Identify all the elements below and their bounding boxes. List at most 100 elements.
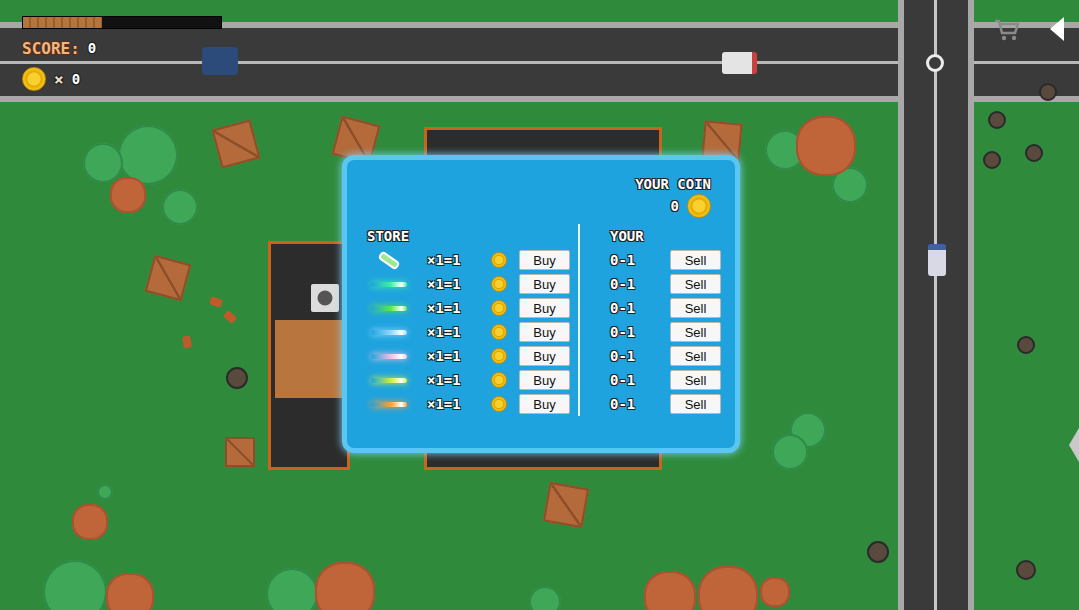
sell-button[interactable]: Sell	[670, 274, 721, 294]
bush-icon	[106, 573, 154, 610]
bullet-icon	[371, 378, 407, 383]
your-label: YOUR	[610, 224, 721, 248]
tree-icon	[83, 143, 123, 183]
owned-count: 0-1	[610, 252, 658, 268]
inventory-column: YOUR 0-1 Sell 0-1 Sell 0-1 Sell 0-1 Sell 0-1 Sell 0…	[580, 224, 721, 416]
bush-icon	[110, 177, 146, 213]
tree-icon	[529, 586, 561, 610]
sell-button[interactable]: Sell	[670, 322, 721, 342]
person-icon	[988, 111, 1006, 129]
inventory-row: 0-1 Sell	[610, 320, 721, 344]
stove-icon	[311, 284, 339, 312]
item-icon	[367, 256, 411, 265]
bush-icon	[72, 504, 108, 540]
health-bar	[22, 16, 222, 29]
sell-button[interactable]: Sell	[670, 394, 721, 414]
owned-count: 0-1	[610, 276, 658, 292]
bullet-icon	[371, 330, 407, 335]
bush-icon	[315, 562, 375, 610]
score-value: 0	[88, 40, 96, 56]
coin-row: ×0	[22, 67, 222, 91]
buy-button[interactable]: Buy	[519, 322, 570, 342]
brick-icon	[209, 296, 223, 308]
potion-icon	[377, 250, 400, 270]
score-label: SCORE:	[22, 39, 80, 58]
item-icon	[367, 282, 411, 287]
road	[898, 0, 974, 610]
crate-icon	[212, 120, 261, 169]
buy-button[interactable]: Buy	[519, 298, 570, 318]
coin-icon	[687, 194, 711, 218]
truck-icon	[722, 52, 757, 74]
coin-icon	[491, 372, 507, 388]
item-icon	[367, 306, 411, 311]
side-arrow-icon[interactable]	[1069, 428, 1079, 462]
bullet-icon	[371, 402, 407, 407]
store-row: ×1=1 Buy	[367, 368, 570, 392]
price: ×1=1	[427, 396, 485, 412]
inventory-row: 0-1Sell	[610, 296, 721, 320]
brick-icon	[223, 310, 237, 324]
inventory-row: 0-1 Sell	[610, 392, 721, 416]
coin-icon	[491, 396, 507, 412]
road-line	[934, 0, 937, 610]
sell-button[interactable]: Sell	[670, 250, 721, 270]
owned-count: 0-1	[610, 324, 658, 340]
hud: SCORE:0×0	[22, 16, 222, 91]
health-fill	[23, 17, 102, 28]
item-icon	[367, 354, 411, 359]
sell-button[interactable]: Sell	[670, 298, 721, 318]
item-icon	[367, 378, 411, 383]
your-coin-value: 0	[671, 198, 679, 214]
bush-icon	[698, 566, 758, 610]
price: ×1=1	[427, 252, 485, 268]
store-column: STORE ×1=1 Buy ×1=1 Buy ×1=1 Buy ×1=1 Buy ×1=1 Buy…	[367, 224, 580, 416]
price: ×1=1	[427, 348, 485, 364]
price: ×1=1	[427, 276, 485, 292]
times-sign: ×	[54, 70, 64, 89]
buy-button[interactable]: Buy	[519, 394, 570, 414]
house	[268, 241, 350, 470]
tree-icon	[43, 560, 107, 610]
coin-count: 0	[72, 71, 80, 87]
owned-count: 0-1	[610, 396, 658, 412]
person-icon	[983, 151, 1001, 169]
store-row: ×1=1 Buy	[367, 344, 570, 368]
person-icon	[1025, 144, 1043, 162]
manhole-icon	[926, 54, 944, 72]
owned-count: 0-1	[610, 348, 658, 364]
house-floor	[275, 320, 349, 398]
cart-icon[interactable]	[993, 18, 1021, 42]
buy-button[interactable]: Buy	[519, 274, 570, 294]
store-row: ×1=1Buy	[367, 320, 570, 344]
price: ×1=1	[427, 372, 485, 388]
tree-icon	[162, 189, 198, 225]
buy-button[interactable]: Buy	[519, 346, 570, 366]
buy-button[interactable]: Buy	[519, 370, 570, 390]
store-columns: STORE ×1=1 Buy ×1=1 Buy ×1=1 Buy ×1=1 Buy ×1=1 Buy…	[367, 224, 711, 416]
bullet-icon	[371, 354, 407, 359]
store-row: ×1=1 Buy	[367, 272, 570, 296]
score-row: SCORE: 0	[22, 37, 222, 59]
store-row: ×1=1 Buy	[367, 248, 570, 272]
buy-button[interactable]: Buy	[519, 250, 570, 270]
owned-count: 0-1	[610, 372, 658, 388]
back-icon[interactable]	[1048, 16, 1066, 42]
sell-button[interactable]: Sell	[670, 370, 721, 390]
item-icon	[367, 330, 411, 335]
wallet: YOUR COIN0	[367, 176, 711, 218]
tree-icon	[266, 568, 318, 610]
inventory-row: 0-1 Sell	[610, 248, 721, 272]
person-icon	[1017, 336, 1035, 354]
store-label: STORE	[367, 224, 570, 248]
inventory-row: 0-1 Sell	[610, 344, 721, 368]
coin-icon	[491, 252, 507, 268]
crate-icon	[225, 437, 255, 467]
tree-icon	[97, 484, 113, 500]
sell-button[interactable]: Sell	[670, 346, 721, 366]
game-screen: SCORE:0×0YOUR COIN0STORE×1=1Buy×1=1Buy×1…	[0, 0, 1079, 610]
person-icon	[226, 367, 248, 389]
person-icon	[867, 541, 889, 563]
bullet-icon	[371, 306, 407, 311]
price: ×1=1	[427, 300, 485, 316]
